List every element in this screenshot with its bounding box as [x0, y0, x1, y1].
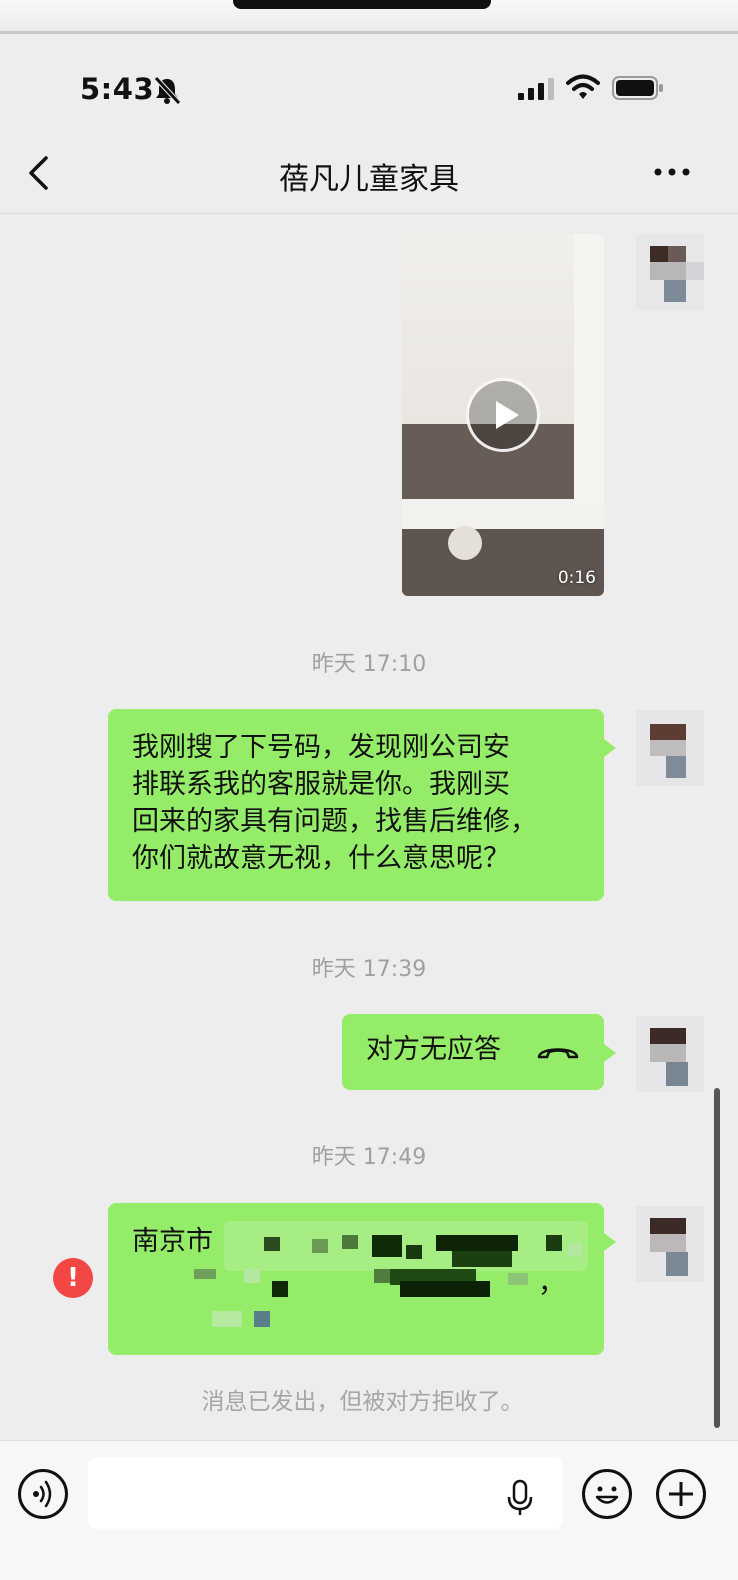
video-message[interactable]: 0:16	[402, 234, 604, 596]
text-message-bubble[interactable]: 我刚搜了下号码，发现刚公司安 排联系我的客服就是你。我刚买 回来的家具有问题，找…	[108, 709, 616, 901]
voice-button[interactable]	[18, 1469, 68, 1519]
mic-icon[interactable]	[506, 1479, 534, 1517]
message-line: 排联系我的客服就是你。我刚买	[132, 769, 510, 800]
timestamp: 昨天 17:10	[311, 652, 427, 677]
call-status-text: 对方无应答	[366, 1034, 501, 1065]
plus-button[interactable]	[656, 1469, 706, 1519]
hangup-icon	[537, 1048, 579, 1059]
plus-icon	[669, 1482, 693, 1506]
emoji-icon	[595, 1486, 619, 1504]
video-duration: 0:16	[557, 568, 596, 588]
send-failed-icon[interactable]: !	[53, 1258, 93, 1298]
timestamp: 昨天 17:39	[311, 957, 427, 982]
timestamp: 昨天 17:49	[311, 1145, 427, 1170]
chat-title: 蓓凡儿童家具	[279, 162, 459, 197]
call-message-bubble[interactable]: 对方无应答	[342, 1014, 616, 1090]
more-icon[interactable]	[652, 162, 692, 182]
avatar[interactable]	[636, 234, 704, 310]
scrollbar[interactable]	[714, 1088, 720, 1428]
silent-bell-icon	[154, 76, 181, 104]
rejected-notice: 消息已发出，但被对方拒收了。	[201, 1389, 524, 1415]
battery-icon	[612, 76, 663, 100]
avatar[interactable]	[636, 1206, 704, 1282]
status-time: 5:43	[80, 72, 155, 106]
address-trailing: ，	[538, 1268, 565, 1299]
avatar[interactable]	[636, 1016, 704, 1092]
status-bar: 5:43	[0, 60, 738, 116]
message-line: 回来的家具有问题，找售后维修，	[132, 806, 537, 837]
address-message-bubble[interactable]: 南京市 ，	[108, 1203, 616, 1355]
voice-icon	[33, 1480, 52, 1508]
chat-navbar: 蓓凡儿童家具	[0, 140, 738, 214]
message-input[interactable]	[88, 1457, 562, 1529]
play-icon	[496, 401, 519, 429]
wifi-icon	[566, 74, 600, 99]
message-line: 你们就故意无视，什么意思呢？	[132, 843, 510, 874]
emoji-button[interactable]	[582, 1469, 632, 1519]
device-notch	[233, 0, 491, 9]
message-line: 我刚搜了下号码，发现刚公司安	[132, 732, 510, 763]
play-button[interactable]	[466, 378, 540, 452]
cell-signal-icon	[518, 78, 554, 100]
input-bar	[0, 1440, 738, 1580]
address-visible-text: 南京市	[132, 1226, 213, 1257]
avatar[interactable]	[636, 710, 704, 786]
